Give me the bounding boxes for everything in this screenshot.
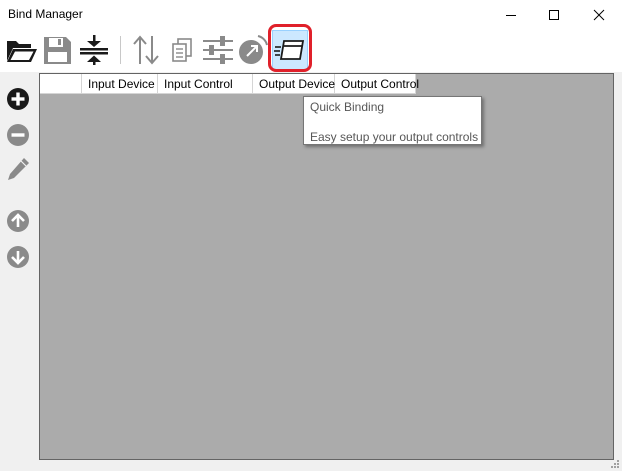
column-header-output-device[interactable]: Output Device — [253, 74, 335, 94]
settings-sliders-button[interactable] — [200, 32, 236, 68]
folder-open-icon — [7, 41, 37, 62]
sliders-icon — [203, 36, 233, 64]
column-header-row-selector[interactable] — [40, 74, 82, 94]
copy-icon — [172, 38, 192, 62]
bind-manager-window: Bind Manager Input Device Input Control … — [0, 0, 622, 471]
resize-grip-icon[interactable] — [610, 459, 620, 469]
maximize-button[interactable] — [531, 0, 577, 30]
copy-button[interactable] — [164, 32, 200, 68]
add-icon — [7, 88, 29, 110]
collapse-button[interactable] — [76, 32, 112, 68]
calibrate-button[interactable] — [234, 32, 270, 68]
edit-button[interactable] — [5, 156, 31, 182]
title-bar: Bind Manager — [0, 0, 622, 30]
move-down-icon — [7, 246, 29, 268]
move-up-button[interactable] — [5, 208, 31, 234]
move-up-icon — [7, 210, 29, 232]
close-button[interactable] — [576, 0, 622, 30]
edit-icon — [8, 158, 29, 180]
save-button[interactable] — [39, 32, 75, 68]
quick-binding-highlight — [268, 24, 312, 72]
add-button[interactable] — [5, 86, 31, 112]
tooltip-description: Easy setup your output controls — [310, 130, 479, 144]
minimize-button[interactable] — [488, 0, 534, 30]
remove-icon — [7, 124, 29, 146]
remove-button[interactable] — [5, 122, 31, 148]
quick-binding-tooltip: Quick Binding Easy setup your output con… — [303, 96, 482, 145]
sort-button[interactable] — [128, 32, 164, 68]
toolbar-separator — [120, 36, 121, 64]
sort-icon — [133, 35, 159, 65]
column-header-output-control[interactable]: Output Control — [335, 74, 419, 94]
open-button[interactable] — [3, 32, 39, 68]
close-icon — [593, 9, 605, 21]
window-title: Bind Manager — [8, 7, 83, 21]
column-header-input-control[interactable]: Input Control — [158, 74, 253, 94]
save-icon — [44, 37, 71, 64]
sidebar — [0, 72, 38, 471]
minimize-icon — [506, 15, 516, 16]
tooltip-title: Quick Binding — [310, 100, 385, 114]
move-down-button[interactable] — [5, 244, 31, 270]
column-header-input-device[interactable]: Input Device — [82, 74, 158, 94]
calibrate-icon — [239, 35, 268, 64]
collapse-icon — [80, 35, 108, 65]
maximize-icon — [549, 10, 559, 20]
